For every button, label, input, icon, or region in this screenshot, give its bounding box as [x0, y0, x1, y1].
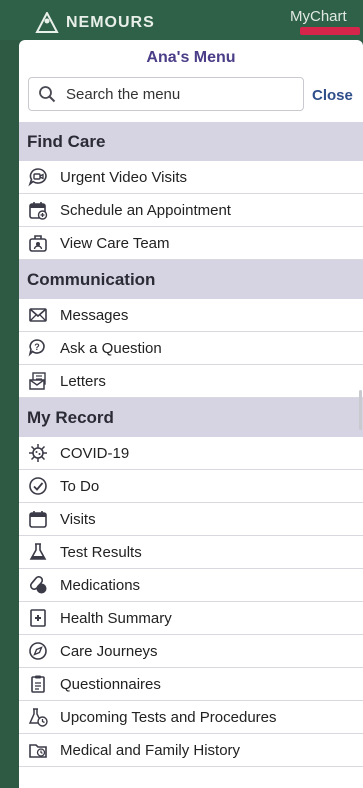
menu-item-health-summary[interactable]: Health Summary [19, 602, 363, 635]
menu-item-label: Care Journeys [60, 642, 158, 660]
menu-item-test-results[interactable]: Test Results [19, 536, 363, 569]
virus-icon [27, 442, 49, 464]
menu-item-visits[interactable]: Visits [19, 503, 363, 536]
question-bubble-icon: ? [27, 337, 49, 359]
menu-item-label: Upcoming Tests and Procedures [60, 708, 277, 726]
menu-item-label: COVID-19 [60, 444, 130, 462]
calendar-icon [27, 508, 49, 530]
menu-item-label: Visits [60, 510, 96, 528]
video-chat-icon [27, 166, 49, 188]
section-header-communication: Communication [19, 260, 363, 299]
menu-item-label: To Do [60, 477, 100, 495]
care-team-icon [27, 232, 49, 254]
menu-item-ask-question[interactable]: ? Ask a Question [19, 332, 363, 365]
menu-item-to-do[interactable]: To Do [19, 470, 363, 503]
menu-panel: Ana's Menu Close Find Care Urgent Video … [19, 40, 363, 788]
search-icon [38, 85, 56, 103]
search-row: Close [19, 74, 363, 122]
menu-item-schedule-appointment[interactable]: Schedule an Appointment [19, 194, 363, 227]
menu-item-medications[interactable]: Medications [19, 569, 363, 602]
menu-item-label: Schedule an Appointment [60, 201, 231, 219]
flask-icon [27, 541, 49, 563]
calendar-plus-icon [27, 199, 49, 221]
menu-item-medical-family-history[interactable]: Medical and Family History [19, 734, 363, 767]
menu-item-label: Medications [60, 576, 141, 594]
letters-icon [27, 370, 49, 392]
menu-title: Ana's Menu [146, 49, 236, 66]
brand-name: NEMOURS [66, 14, 155, 31]
nemours-logo: NEMOURS [34, 12, 155, 34]
menu-item-upcoming-tests[interactable]: Upcoming Tests and Procedures [19, 701, 363, 734]
folder-clock-icon [27, 739, 49, 761]
search-box[interactable] [28, 77, 304, 111]
clock-check-icon [27, 475, 49, 497]
menu-item-label: Ask a Question [60, 339, 162, 357]
mychart-logo: MyChart [290, 8, 347, 25]
menu-item-label: Letters [60, 372, 106, 390]
menu-item-label: Test Results [60, 543, 142, 561]
menu-item-care-journeys[interactable]: Care Journeys [19, 635, 363, 668]
menu-item-view-care-team[interactable]: View Care Team [19, 227, 363, 260]
menu-item-urgent-video-visits[interactable]: Urgent Video Visits [19, 161, 363, 194]
menu-item-label: Messages [60, 306, 129, 324]
menu-item-covid-19[interactable]: COVID-19 [19, 437, 363, 470]
menu-item-letters[interactable]: Letters [19, 365, 363, 398]
health-summary-icon [27, 607, 49, 629]
menu-item-label: Questionnaires [60, 675, 161, 693]
close-button[interactable]: Close [312, 87, 353, 104]
svg-text:?: ? [34, 342, 40, 352]
menu-item-label: Medical and Family History [60, 741, 241, 759]
nemours-logo-icon [35, 12, 59, 33]
menu-item-label: Health Summary [60, 609, 172, 627]
pills-icon [27, 574, 49, 596]
compass-icon [27, 640, 49, 662]
scrollbar[interactable] [359, 390, 362, 430]
menu-item-label: Urgent Video Visits [60, 168, 188, 186]
section-header-my-record: My Record [19, 398, 363, 437]
app-header: NEMOURS MyChart [0, 0, 363, 40]
clipboard-icon [27, 673, 49, 695]
search-input[interactable] [64, 84, 278, 104]
mychart-logo-mark [300, 27, 360, 35]
flask-clock-icon [27, 706, 49, 728]
menu-item-label: View Care Team [60, 234, 170, 252]
section-header-find-care: Find Care [19, 122, 363, 161]
menu-item-questionnaires[interactable]: Questionnaires [19, 668, 363, 701]
envelope-icon [27, 304, 49, 326]
menu-item-messages[interactable]: Messages [19, 299, 363, 332]
